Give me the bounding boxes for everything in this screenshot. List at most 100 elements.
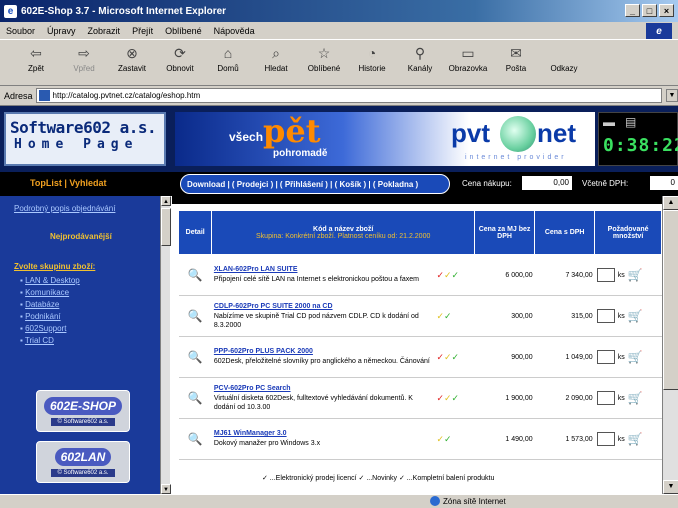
address-label: Adresa <box>4 90 33 101</box>
vat-total-label: Včetně DPH: <box>582 179 629 188</box>
product-panel: Detail Kód a název zboží Skupina: Konkrét… <box>172 196 662 494</box>
product-description: 602Desk, přeložitelné slovníky pro angli… <box>213 358 430 365</box>
menu-view[interactable]: Zobrazit <box>88 26 121 36</box>
window-title: 602E-Shop 3.7 - Microsoft Internet Explo… <box>21 5 227 17</box>
price-cell: 6 000,00 <box>474 254 535 296</box>
address-input[interactable]: http://catalog.pvtnet.cz/catalog/eshop.h… <box>35 88 662 103</box>
detail-magnifier-icon[interactable]: 🔍 <box>178 295 212 337</box>
stop-button[interactable]: ⊗ Zastavit <box>112 40 152 73</box>
detail-magnifier-icon[interactable]: 🔍 <box>178 254 212 296</box>
shop-nav-tabs[interactable]: Download | ( Prodejci ) | ( Přihlášení )… <box>180 174 450 194</box>
cart-total-label: Cena nákupu: <box>462 179 512 188</box>
quantity-input[interactable] <box>596 309 615 323</box>
availability-checks: ✓✓✓ <box>434 377 475 419</box>
col-quantity: Požadované množství <box>594 210 662 255</box>
col-name: Kód a název zboží Skupina: Konkrétní zbož… <box>211 210 476 255</box>
quantity-input[interactable] <box>596 350 615 364</box>
add-to-cart-icon[interactable]: 🛒 <box>628 350 643 364</box>
home-button[interactable]: ⌂ Domů <box>208 40 248 73</box>
availability-checks: ✓✓ <box>434 418 475 460</box>
channels-button[interactable]: ⚲ Kanály <box>400 40 440 73</box>
search-button[interactable]: ⌕ Hledat <box>256 40 296 73</box>
printer-icon[interactable]: ▬ <box>603 115 615 129</box>
scroll-down-arrow-icon[interactable]: ▼ <box>161 484 171 494</box>
group-item[interactable]: Trial CD <box>20 336 80 345</box>
price-vat-cell: 7 340,00 <box>534 254 595 296</box>
product-link[interactable]: PCV-602Pro PC Search <box>214 385 433 392</box>
pvtnet-banner[interactable]: všech pět pohromadě pvt net internet pro… <box>175 112 595 166</box>
legend: ✓ ...Elektronický prodej licencí ✓ ...No… <box>262 475 495 482</box>
ordering-info-link[interactable]: Podrobný popis objednávání <box>14 204 115 213</box>
main-scrollbar[interactable]: ▲ ▼ <box>662 196 678 494</box>
site-header: Software602 a.s. Home Page všech pět poh… <box>0 106 678 172</box>
price-vat-cell: 1 049,00 <box>534 336 595 378</box>
mail-button[interactable]: ✉ Pošta <box>496 40 536 73</box>
sidebar-scrollbar[interactable]: ▲ ▼ <box>160 196 171 494</box>
product-table: Detail Kód a název zboží Skupina: Konkrét… <box>177 210 662 460</box>
menu-bar: Soubor Úpravy Zobrazit Přejít Oblíbené N… <box>0 22 678 40</box>
menu-file[interactable]: Soubor <box>6 26 35 36</box>
page-icon <box>38 90 50 101</box>
address-bar: Adresa http://catalog.pvtnet.cz/catalog/… <box>0 86 678 106</box>
quantity-input[interactable] <box>596 432 615 446</box>
software602-logo[interactable]: Software602 a.s. Home Page <box>4 112 166 166</box>
quantity-input[interactable] <box>596 268 615 282</box>
product-description: Nabízíme ve skupině Trial CD pod názvem … <box>213 312 419 329</box>
choose-group-heading: Zvolte skupinu zboží: <box>14 262 96 271</box>
menu-help[interactable]: Nápověda <box>214 26 255 36</box>
product-link[interactable]: CDLP-602Pro PC SUITE 2000 na CD <box>214 303 433 310</box>
links-button[interactable]: Odkazy <box>544 40 584 73</box>
fullscreen-button[interactable]: ▭ Obrazovka <box>448 40 488 73</box>
product-link[interactable]: XLAN-602Pro LAN SUITE <box>214 266 433 273</box>
document-icon[interactable]: ▤ <box>625 115 636 129</box>
close-button[interactable]: × <box>659 4 674 17</box>
group-item[interactable]: 602Support <box>20 324 80 333</box>
lan-badge[interactable]: 602LAN © Software602 a.s. <box>36 441 130 483</box>
product-link[interactable]: PPP-602Pro PLUS PACK 2000 <box>214 348 433 355</box>
group-item[interactable]: LAN & Desktop <box>20 276 80 285</box>
security-zone: Zóna sítě Internet <box>430 496 506 506</box>
availability-checks: ✓✓✓ <box>434 254 475 296</box>
scroll-down-arrow-icon[interactable]: ▼ <box>663 480 678 494</box>
col-price-vat: Cena s DPH <box>534 210 596 255</box>
menu-edit[interactable]: Úpravy <box>47 26 76 36</box>
detail-magnifier-icon[interactable]: 🔍 <box>178 418 212 460</box>
add-to-cart-icon[interactable]: 🛒 <box>628 391 643 405</box>
sidebar: Podrobný popis objednávání Nejprodávaněj… <box>0 196 170 494</box>
add-to-cart-icon[interactable]: 🛒 <box>628 432 643 446</box>
product-link[interactable]: MJ61 WinManager 3.0 <box>214 430 433 437</box>
group-item[interactable]: Komunikace <box>20 288 80 297</box>
table-row: 🔍 PCV-602Pro PC Search Virtuální disketa 6… <box>178 377 662 419</box>
history-button[interactable]: ◔ Historie <box>352 40 392 73</box>
group-item[interactable]: Podnikání <box>20 312 80 321</box>
globe-icon <box>500 116 536 152</box>
scroll-up-arrow-icon[interactable]: ▲ <box>663 196 678 210</box>
scroll-thumb[interactable] <box>161 208 171 246</box>
product-group-list: LAN & Desktop Komunikace Databáze Podnik… <box>20 276 80 348</box>
product-description: Připojení celé sítě LAN na Internet s el… <box>213 276 419 283</box>
bestsellers-link[interactable]: Nejprodávanější <box>50 232 112 241</box>
eshop-badge[interactable]: 602E-SHOP © Software602 a.s. <box>36 390 130 432</box>
favorites-button[interactable]: ☆ Oblíbené <box>304 40 344 73</box>
menu-go[interactable]: Přejít <box>132 26 153 36</box>
scroll-up-arrow-icon[interactable]: ▲ <box>161 196 171 206</box>
search-icon: ⌕ <box>272 45 280 61</box>
quantity-input[interactable] <box>596 391 615 405</box>
menu-favorites[interactable]: Oblíbené <box>165 26 202 36</box>
address-dropdown-button[interactable]: ▼ <box>666 89 678 102</box>
add-to-cart-icon[interactable]: 🛒 <box>628 309 643 323</box>
back-button[interactable]: ⇦ Zpět <box>16 40 56 73</box>
toplist-link[interactable]: TopList | Vyhledat <box>30 178 107 188</box>
refresh-button[interactable]: ⟳ Obnovit <box>160 40 200 73</box>
detail-magnifier-icon[interactable]: 🔍 <box>178 336 212 378</box>
price-vat-cell: 2 090,00 <box>534 377 595 419</box>
minimize-button[interactable]: _ <box>625 4 640 17</box>
price-cell: 900,00 <box>474 336 535 378</box>
maximize-button[interactable]: □ <box>642 4 657 17</box>
scroll-thumb[interactable] <box>663 210 678 390</box>
add-to-cart-icon[interactable]: 🛒 <box>628 268 643 282</box>
clock-digits: 0:38:22 <box>603 135 678 156</box>
group-item[interactable]: Databáze <box>20 300 80 309</box>
forward-button[interactable]: ⇨ Vpřed <box>64 40 104 73</box>
detail-magnifier-icon[interactable]: 🔍 <box>178 377 212 419</box>
